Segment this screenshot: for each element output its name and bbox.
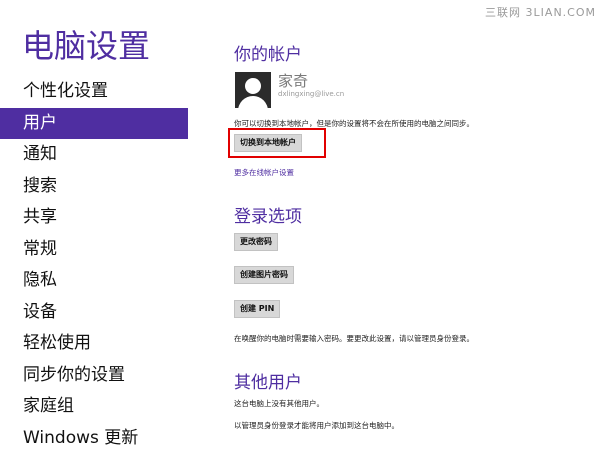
- nav-item-devices[interactable]: 设备: [0, 297, 188, 329]
- no-other-users-text: 这台电脑上没有其他用户。: [234, 398, 324, 409]
- app-title: 电脑设置: [22, 26, 150, 66]
- nav-item-homegroup[interactable]: 家庭组: [0, 391, 188, 423]
- login-note: 在唤醒你的电脑时需要输入密码。要更改此设置，请以管理员身份登录。: [234, 333, 474, 344]
- nav-item-windows-update[interactable]: Windows 更新: [0, 423, 188, 454]
- change-password-button[interactable]: 更改密码: [234, 233, 278, 251]
- nav-item-search[interactable]: 搜索: [0, 171, 188, 203]
- nav-item-personalize[interactable]: 个性化设置: [0, 76, 188, 108]
- create-pin-button[interactable]: 创建 PIN: [234, 300, 280, 318]
- nav-item-privacy[interactable]: 隐私: [0, 265, 188, 297]
- nav-item-share[interactable]: 共享: [0, 202, 188, 234]
- nav-item-users[interactable]: 用户: [0, 108, 188, 140]
- admin-note: 以管理员身份登录才能将用户添加到这台电脑中。: [234, 420, 399, 431]
- account-heading: 你的帐户: [234, 40, 302, 65]
- nav-item-sync-settings[interactable]: 同步你的设置: [0, 360, 188, 392]
- user-email: dxlingxing@live.cn: [278, 90, 344, 98]
- nav-item-ease-of-access[interactable]: 轻松使用: [0, 328, 188, 360]
- settings-nav: 个性化设置 用户 通知 搜索 共享 常规 隐私 设备 轻松使用 同步你的设置 家…: [0, 76, 188, 454]
- nav-item-general[interactable]: 常规: [0, 234, 188, 266]
- watermark: 三联网 3LIAN.COM: [485, 4, 596, 20]
- user-name: 家奇: [278, 70, 308, 91]
- user-avatar-icon: [235, 72, 271, 108]
- main-panel: 三联网 3LIAN.COM 你的帐户 家奇 dxlingxing@live.cn…: [188, 0, 602, 452]
- more-online-account-settings-link[interactable]: 更多在线帐户设置: [234, 167, 294, 178]
- sidebar: 电脑设置 个性化设置 用户 通知 搜索 共享 常规 隐私 设备 轻松使用 同步你…: [0, 0, 188, 452]
- switch-to-local-account-button[interactable]: 切换到本地帐户: [234, 134, 302, 152]
- nav-item-notifications[interactable]: 通知: [0, 139, 188, 171]
- create-picture-password-button[interactable]: 创建图片密码: [234, 266, 294, 284]
- other-users-heading: 其他用户: [234, 368, 302, 393]
- login-options-heading: 登录选项: [234, 202, 302, 227]
